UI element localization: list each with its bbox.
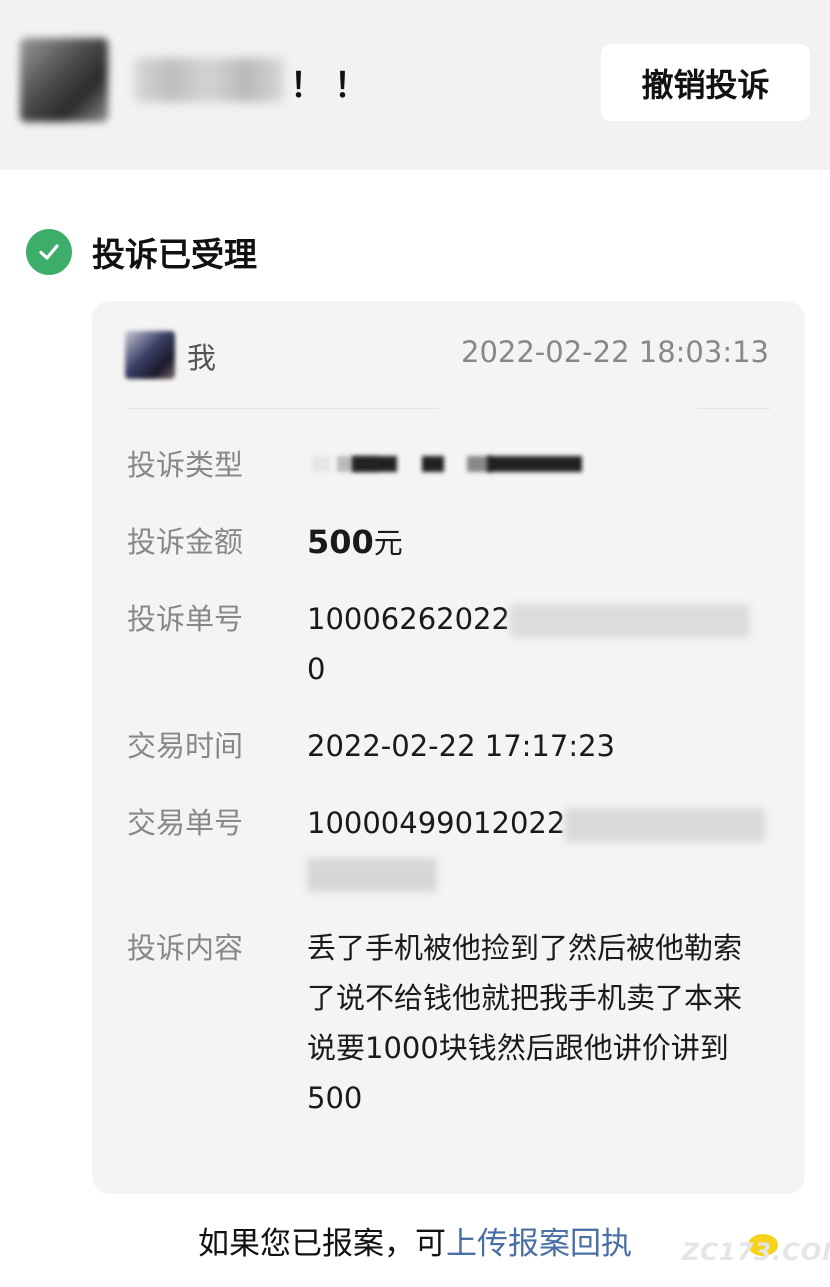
complaint-type-label: 投诉类型 [127, 448, 244, 482]
complaint-content-label: 投诉内容 [127, 931, 244, 965]
merchant-name-exclaim: ！！ [290, 66, 378, 106]
trade-number-prefix: 10000499012022 [307, 806, 566, 840]
check-circle-icon [26, 229, 72, 275]
amount-unit: 元 [373, 526, 403, 560]
submit-timestamp: 2022-02-22 18:03:13 [461, 335, 769, 369]
footer-prefix: 如果您已报案，可 [198, 1226, 446, 1262]
complaint-detail-card: 我 2022-02-22 18:03:13 投诉类型 投诉金额 500元 投诉单… [92, 301, 805, 1194]
complaint-header: ！！ 撤销投诉 [0, 0, 830, 170]
complaint-number-suffix: 0 [307, 652, 326, 686]
watermark: ZC173.COM [682, 1238, 830, 1266]
trade-number-label: 交易单号 [127, 806, 244, 840]
revoke-complaint-button[interactable]: 撤销投诉 [601, 44, 810, 121]
complaint-number-value: 10006262022 0 [307, 594, 767, 694]
divider [127, 408, 770, 409]
trade-number-redacted-2 [307, 858, 437, 892]
complaint-number-prefix: 10006262022 [307, 602, 510, 636]
trade-time-value: 2022-02-22 17:17:23 [307, 729, 615, 763]
merchant-avatar [20, 38, 108, 122]
user-avatar [125, 331, 175, 379]
complaint-content-value: 丢了手机被他捡到了然后被他勒索了说不给钱他就把我手机卖了本来说要1000块钱然后… [307, 931, 743, 1115]
amount-number: 500 [307, 523, 374, 561]
upload-report-receipt-link[interactable]: 上传报案回执 [446, 1226, 632, 1262]
complaint-number-label: 投诉单号 [127, 602, 244, 636]
trade-number-value: 10000499012022 [307, 798, 767, 898]
status-text: 投诉已受理 [92, 235, 257, 274]
complaint-amount-value: 500元 [307, 517, 767, 568]
complaint-status: 投诉已受理 [26, 228, 257, 276]
merchant-name-redacted [134, 58, 284, 102]
trade-number-redacted [565, 808, 766, 842]
author-name: 我 [187, 341, 217, 375]
complaint-number-redacted [509, 604, 750, 638]
trade-time-label: 交易时间 [127, 729, 244, 763]
complaint-amount-label: 投诉金额 [127, 525, 244, 559]
